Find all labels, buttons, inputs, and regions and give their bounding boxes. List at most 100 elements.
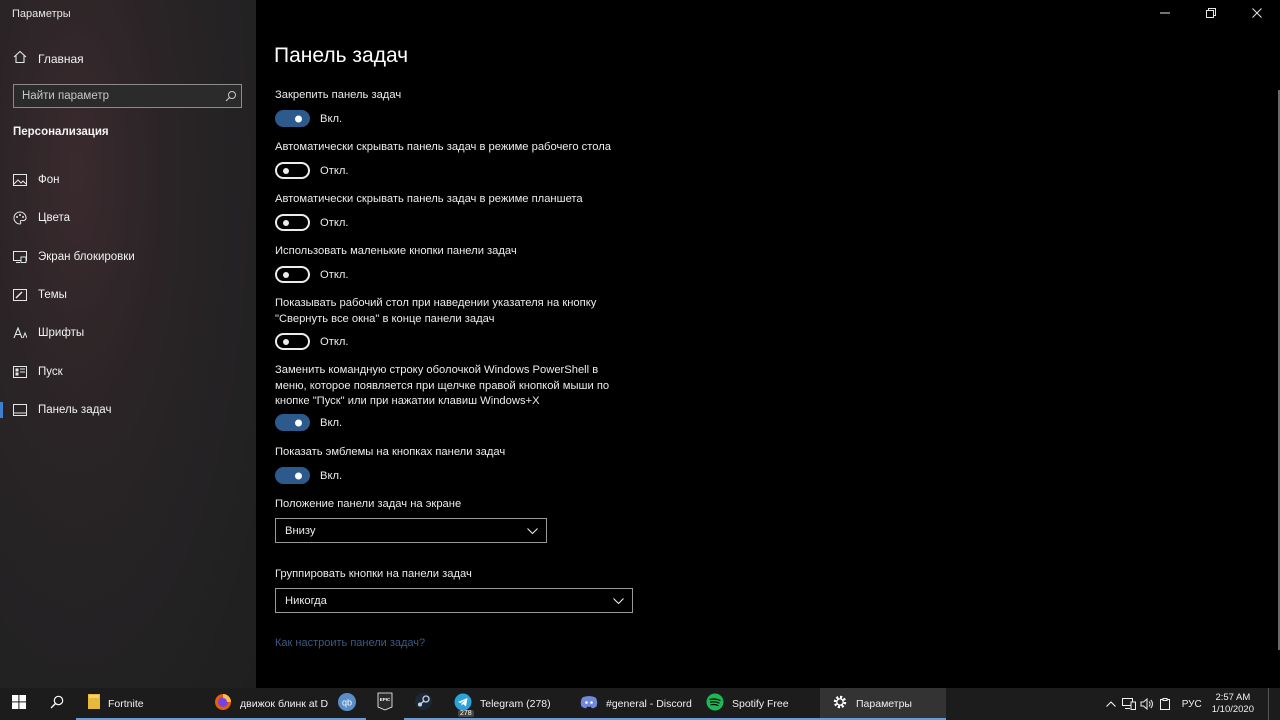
toggle-state: Откл. <box>320 216 349 229</box>
home-icon <box>13 50 27 69</box>
taskbar-app-label: Параметры <box>856 698 912 710</box>
sidebar-item-themes[interactable]: Темы <box>0 277 256 313</box>
app-title: Параметры <box>12 8 71 20</box>
sidebar-item-label: Фон <box>38 174 60 186</box>
search-icon <box>50 695 64 714</box>
folder-icon <box>88 694 100 714</box>
show-desktop-button[interactable] <box>1268 688 1280 720</box>
taskbar-app-spotify[interactable]: Spotify Free <box>694 688 820 720</box>
taskbar-app-steam[interactable] <box>404 688 442 720</box>
setting-label: Показывать рабочий стол при наведении ук… <box>275 297 597 325</box>
position-label: Положение панели задач на экране <box>275 498 462 510</box>
start-icon <box>12 366 28 378</box>
start-button[interactable] <box>0 688 38 720</box>
qbittorrent-icon: qb <box>337 692 357 717</box>
taskbar-app-label: Spotify Free <box>732 698 789 710</box>
system-tray: РУС 2:57 AM 1/10/2020 <box>1102 688 1280 720</box>
small-buttons-toggle[interactable]: Откл. <box>275 266 348 283</box>
sidebar-item-start[interactable]: Пуск <box>0 354 256 390</box>
toggle-switch[interactable] <box>275 266 310 283</box>
toggle-switch[interactable] <box>275 162 310 179</box>
badges-toggle[interactable]: Вкл. <box>275 467 342 484</box>
brush-icon <box>12 289 28 301</box>
firefox-icon <box>214 693 232 716</box>
window-controls <box>1142 0 1280 28</box>
sidebar-item-label: Пуск <box>38 366 63 378</box>
taskbar-app-discord[interactable]: #general - Discord <box>568 688 694 720</box>
peek-desktop-toggle[interactable]: Откл. <box>275 333 348 350</box>
sidebar-item-label: Темы <box>38 289 67 301</box>
sidebar-item-colors[interactable]: Цвета <box>0 200 256 236</box>
section-title: Персонализация <box>13 126 109 138</box>
windows-logo-icon <box>12 694 26 714</box>
epic-games-icon: EPIC <box>377 692 393 716</box>
picture-icon <box>12 174 28 186</box>
setting-label: Использовать маленькие кнопки панели зад… <box>275 245 517 257</box>
sidebar: Параметры Главная Персонализация Фон Цве… <box>0 0 256 688</box>
taskbar-app-telegram[interactable]: 278 Telegram (278) <box>442 688 568 720</box>
taskbar-app-label: #general - Discord <box>606 698 692 710</box>
settings-icon <box>832 694 848 715</box>
svg-text:qb: qb <box>342 697 352 707</box>
minimize-button[interactable] <box>1142 0 1188 28</box>
autohide-desktop-toggle[interactable]: Откл. <box>275 162 348 179</box>
clock[interactable]: 2:57 AM 1/10/2020 <box>1212 692 1254 716</box>
toggle-switch[interactable] <box>275 467 310 484</box>
toggle-switch[interactable] <box>275 333 310 350</box>
clock-date: 1/10/2020 <box>1211 704 1254 715</box>
taskbar-app-epic-games[interactable]: EPIC <box>366 688 404 720</box>
toggle-state: Вкл. <box>320 112 343 125</box>
toggle-switch[interactable] <box>275 414 310 431</box>
network-icon[interactable] <box>1120 688 1138 720</box>
sidebar-item-fonts[interactable]: Шрифты <box>0 315 256 351</box>
font-icon <box>12 327 28 339</box>
svg-text:EPIC: EPIC <box>380 697 391 702</box>
position-dropdown[interactable]: Внизу <box>275 518 547 543</box>
language-indicator[interactable]: РУС <box>1182 699 1202 710</box>
autohide-tablet-toggle[interactable]: Откл. <box>275 214 348 231</box>
close-icon <box>1252 5 1262 23</box>
setting-label: Автоматически скрывать панель задач в ре… <box>275 193 583 205</box>
toggle-switch[interactable] <box>275 214 310 231</box>
taskbar-app-firefox[interactable]: движок блинк at D... <box>202 688 328 720</box>
taskbar-app-settings[interactable]: Параметры <box>820 688 946 720</box>
group-dropdown[interactable]: Никогда <box>275 588 633 613</box>
search-icon[interactable] <box>221 90 241 102</box>
tray-chevron-up-icon[interactable] <box>1102 688 1120 720</box>
volume-icon[interactable] <box>1138 688 1156 720</box>
taskbar-app-qbittorrent[interactable]: qb <box>328 688 366 720</box>
home-link[interactable]: Главная <box>13 49 84 69</box>
taskbar-icon <box>12 404 28 416</box>
help-link[interactable]: Как настроить панели задач? <box>275 637 425 649</box>
chevron-down-icon <box>613 592 624 610</box>
search-button[interactable] <box>38 688 76 720</box>
discord-icon <box>580 695 598 714</box>
restore-button[interactable] <box>1188 0 1234 28</box>
search-input[interactable] <box>14 85 221 107</box>
clipboard-icon[interactable] <box>1156 688 1174 720</box>
toggle-state: Вкл. <box>320 416 343 429</box>
sidebar-item-taskbar[interactable]: Панель задач <box>0 392 256 428</box>
taskbar-app-fortnite[interactable]: Fortnite <box>76 688 202 720</box>
close-button[interactable] <box>1234 0 1280 28</box>
sidebar-item-label: Цвета <box>38 212 71 224</box>
sidebar-item-label: Панель задач <box>38 404 112 416</box>
taskbar: Fortnite движок блинк at D... qb EPIC 27… <box>0 688 1280 720</box>
sidebar-item-lock-screen[interactable]: Экран блокировки <box>0 239 256 275</box>
toggle-state: Откл. <box>320 164 349 177</box>
setting-label: Закрепить панель задач <box>275 89 402 101</box>
sidebar-item-label: Шрифты <box>38 327 85 339</box>
powershell-toggle[interactable]: Вкл. <box>275 414 342 431</box>
taskbar-app-label: движок блинк at D... <box>240 698 328 710</box>
lock-screen-icon <box>12 251 28 263</box>
sidebar-item-background[interactable]: Фон <box>0 162 256 198</box>
lock-taskbar-toggle[interactable]: Вкл. <box>275 110 342 127</box>
taskbar-app-label: Fortnite <box>108 698 144 710</box>
search-box[interactable] <box>13 84 242 108</box>
toggle-state: Откл. <box>320 268 349 281</box>
toggle-switch[interactable] <box>275 110 310 127</box>
setting-label: Автоматически скрывать панель задач в ре… <box>275 141 611 153</box>
taskbar-app-label: Telegram (278) <box>480 698 551 710</box>
toggle-state: Вкл. <box>320 469 343 482</box>
position-value: Внизу <box>285 524 316 537</box>
